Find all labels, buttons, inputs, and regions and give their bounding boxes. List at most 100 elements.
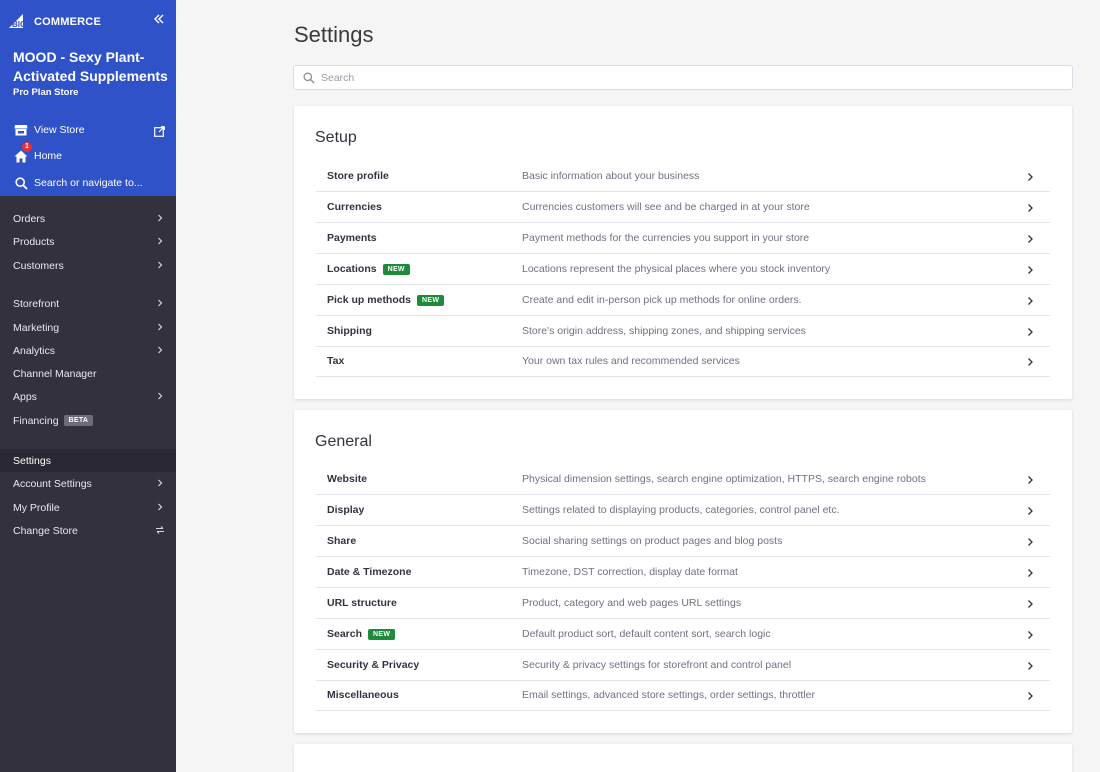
sidebar-header: BIG COMMERCE MOOD - Sexy Plant-Activated…: [0, 0, 176, 196]
settings-row-currencies[interactable]: Currencies Currencies customers will see…: [316, 192, 1050, 223]
sidebar-item-marketing[interactable]: Marketing: [0, 316, 176, 339]
settings-row-display[interactable]: Display Settings related to displaying p…: [316, 495, 1050, 526]
row-description: Social sharing settings on product pages…: [522, 535, 783, 547]
settings-row-search[interactable]: Search NEW Default product sort, default…: [316, 619, 1050, 650]
home-link[interactable]: 1 Home: [13, 142, 63, 164]
chevron-right-icon: [1028, 569, 1033, 577]
chevron-right-icon: [158, 323, 163, 331]
sidebar-search[interactable]: Search or navigate to...: [13, 175, 143, 191]
chevron-right-icon: [158, 299, 163, 307]
chevron-right-icon: [158, 261, 163, 269]
settings-row-website[interactable]: Website Physical dimension settings, sea…: [316, 464, 1050, 495]
row-label: Miscellaneous: [327, 689, 399, 701]
chevron-right-icon: [1028, 266, 1033, 274]
sidebar-search-label: Search or navigate to...: [34, 177, 143, 189]
chevron-right-icon: [1028, 538, 1033, 546]
row-description: Basic information about your business: [522, 170, 700, 182]
settings-row-shipping[interactable]: Shipping Store's origin address, shippin…: [316, 316, 1050, 347]
settings-row-security-privacy[interactable]: Security & Privacy Security & privacy se…: [316, 650, 1050, 681]
logo-text: COMMERCE: [34, 16, 101, 28]
sidebar-item-financing[interactable]: Financing BETA: [0, 409, 176, 432]
chevron-right-icon: [1028, 692, 1033, 700]
row-label: Share: [327, 535, 357, 547]
chevron-right-icon: [1028, 600, 1033, 608]
row-description: Default product sort, default content so…: [522, 628, 771, 640]
settings-row-payments[interactable]: Payments Payment methods for the currenc…: [316, 223, 1050, 254]
row-description: Locations represent the physical places …: [522, 263, 831, 275]
chevron-right-icon: [158, 503, 163, 511]
row-description: Currencies customers will see and be cha…: [522, 201, 810, 213]
sidebar-item-apps[interactable]: Apps: [0, 385, 176, 408]
settings-row-locations[interactable]: Locations NEW Locations represent the ph…: [316, 254, 1050, 285]
store-name: MOOD - Sexy Plant-Activated Supplements: [13, 49, 168, 84]
row-description: Create and edit in-person pick up method…: [522, 294, 802, 306]
home-label: Home: [34, 150, 63, 162]
sidebar-item-label: My Profile: [13, 501, 60, 514]
sidebar-item-label: Financing: [13, 414, 59, 427]
sidebar-item-label: Products: [13, 235, 55, 248]
chevron-right-icon: [1028, 358, 1033, 366]
row-description: Security & privacy settings for storefro…: [522, 659, 792, 671]
row-label-wrap: Pick up methods NEW: [327, 294, 445, 306]
swap-icon: [156, 526, 164, 534]
sidebar-item-label: Account Settings: [13, 477, 92, 490]
sidebar-item-label: Orders: [13, 212, 46, 225]
chevron-right-icon: [158, 346, 163, 354]
row-label: Website: [327, 473, 368, 485]
chevron-right-icon: [1028, 328, 1033, 336]
page-title: Settings: [294, 22, 374, 47]
bigcommerce-logo[interactable]: BIG COMMERCE: [9, 10, 101, 28]
search-icon: [13, 175, 29, 191]
chevron-right-icon: [158, 237, 163, 245]
sidebar: BIG COMMERCE MOOD - Sexy Plant-Activated…: [0, 0, 176, 772]
sidebar-item-storefront[interactable]: Storefront: [0, 292, 176, 315]
row-label: Store profile: [327, 170, 389, 182]
chevron-right-icon: [158, 214, 163, 222]
row-description: Settings related to displaying products,…: [522, 504, 840, 516]
row-label: Pick up methods: [327, 294, 412, 306]
settings-row-tax[interactable]: Tax Your own tax rules and recommended s…: [316, 346, 1050, 377]
sidebar-item-customers[interactable]: Customers: [0, 254, 176, 277]
view-store-link[interactable]: View Store: [13, 122, 85, 138]
section-title-general: General: [315, 433, 372, 450]
row-description: Timezone, DST correction, display date f…: [522, 566, 738, 578]
sidebar-item-my-profile[interactable]: My Profile: [0, 496, 176, 519]
sidebar-item-channel-manager[interactable]: Channel Manager: [0, 362, 176, 385]
sidebar-item-label: Analytics: [13, 344, 56, 357]
settings-row-store-profile[interactable]: Store profile Basic information about yo…: [316, 161, 1050, 192]
row-label: URL structure: [327, 597, 397, 609]
settings-search[interactable]: [293, 65, 1073, 90]
storefront-icon: [13, 122, 29, 138]
sidebar-item-label: Channel Manager: [13, 367, 97, 380]
sidebar-item-change-store[interactable]: Change Store: [0, 519, 176, 542]
new-badge: NEW: [417, 294, 445, 306]
sidebar-item-analytics[interactable]: Analytics: [0, 339, 176, 362]
sidebar-item-label: Settings: [13, 454, 51, 467]
general-card: General Website Physical dimension setti…: [294, 410, 1072, 733]
row-label-wrap: Locations NEW: [327, 263, 410, 275]
sidebar-item-orders[interactable]: Orders: [0, 207, 176, 230]
settings-row-date-timezone[interactable]: Date & Timezone Timezone, DST correction…: [316, 557, 1050, 588]
setup-card: Setup Store profile Basic information ab…: [294, 106, 1072, 399]
chevron-right-icon: [1028, 297, 1033, 305]
sidebar-item-label: Storefront: [13, 297, 60, 310]
settings-row-share[interactable]: Share Social sharing settings on product…: [316, 526, 1050, 557]
settings-row-pick-up-methods[interactable]: Pick up methods NEW Create and edit in-p…: [316, 285, 1050, 316]
notification-badge: 1: [22, 142, 32, 152]
sidebar-item-account-settings[interactable]: Account Settings: [0, 472, 176, 495]
row-label: Currencies: [327, 201, 382, 213]
external-link-icon[interactable]: [154, 124, 166, 137]
row-label: Date & Timezone: [327, 566, 412, 578]
chevron-right-icon: [1028, 235, 1033, 243]
row-description: Your own tax rules and recommended servi…: [522, 355, 740, 367]
collapse-sidebar-icon[interactable]: [151, 12, 167, 28]
section-title-setup: Setup: [315, 129, 357, 146]
settings-row-miscellaneous[interactable]: Miscellaneous Email settings, advanced s…: [316, 680, 1050, 711]
new-badge: NEW: [368, 628, 396, 640]
row-label: Payments: [327, 232, 377, 244]
sidebar-item-products[interactable]: Products: [0, 230, 176, 253]
chevron-right-icon: [158, 392, 163, 400]
sidebar-item-settings[interactable]: Settings: [0, 449, 176, 472]
settings-search-input[interactable]: [321, 71, 1021, 84]
settings-row-url-structure[interactable]: URL structure Product, category and web …: [316, 588, 1050, 619]
